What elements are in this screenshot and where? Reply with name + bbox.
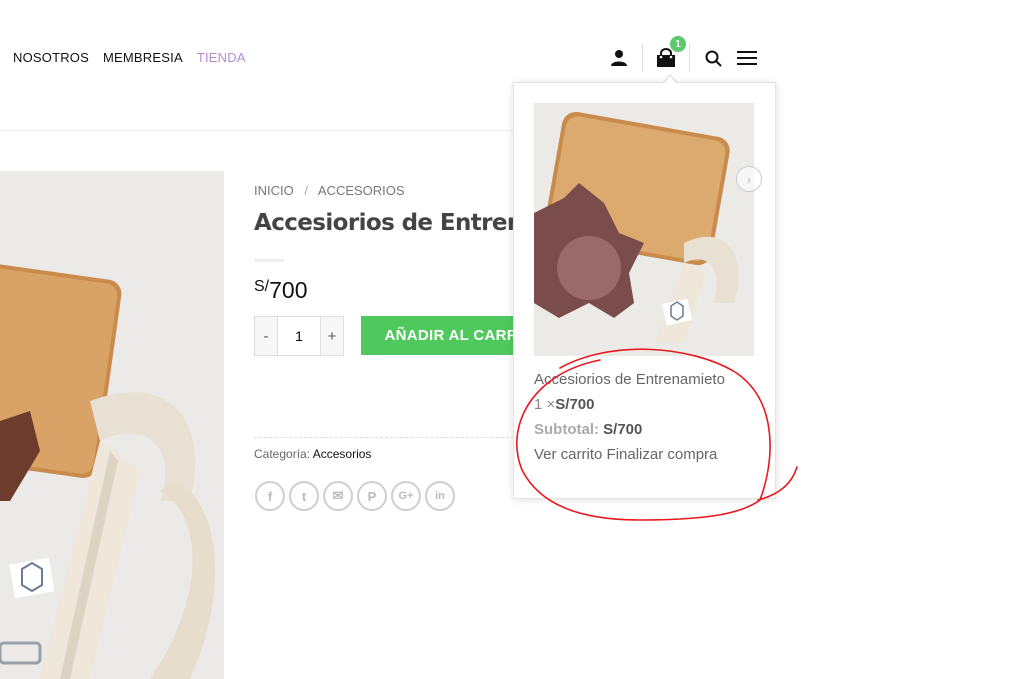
quantity-input[interactable]	[277, 317, 321, 355]
header-divider	[642, 44, 643, 72]
chevron-right-icon: ›	[746, 171, 752, 187]
category-label: Categoría:	[254, 447, 311, 461]
nav-item-nosotros[interactable]: NOSOTROS	[13, 50, 89, 65]
account-button[interactable]	[606, 44, 632, 72]
product-photo	[0, 171, 224, 679]
product-category: Categoría: Accesorios	[254, 447, 371, 461]
checkout-link[interactable]: Finalizar compra	[607, 446, 718, 463]
quantity-decrease-button[interactable]: -	[255, 317, 277, 355]
search-button[interactable]	[700, 44, 726, 72]
breadcrumb-category[interactable]: ACCESORIOS	[318, 183, 405, 198]
meta-divider	[254, 437, 514, 438]
mini-cart-subtotal: Subtotal: S/700	[534, 421, 642, 438]
share-pinterest-button[interactable]: P	[357, 481, 387, 511]
quantity-increase-button[interactable]: +	[321, 317, 343, 355]
breadcrumb: INICIO / ACCESORIOS	[254, 183, 405, 198]
mini-cart-item-quantity: 1 ×S/700	[534, 396, 594, 413]
mini-cart-actions: Ver carrito Finalizar compra	[534, 446, 717, 463]
share-googleplus-button[interactable]: G+	[391, 481, 421, 511]
view-cart-link[interactable]: Ver carrito	[534, 446, 602, 463]
nav-item-membresia[interactable]: MEMBRESIA	[103, 50, 183, 65]
mini-cart-product-photo	[534, 103, 754, 356]
dropdown-arrow-inner	[663, 76, 677, 84]
google-plus-icon: G+	[398, 490, 414, 502]
share-email-button[interactable]: ✉	[323, 481, 353, 511]
pinterest-icon: P	[367, 488, 377, 504]
twitter-icon: t	[301, 488, 307, 504]
facebook-icon: f	[267, 488, 273, 504]
mini-cart-qty-label: 1 ×	[534, 396, 556, 413]
share-facebook-button[interactable]: f	[255, 481, 285, 511]
quantity-stepper: - +	[254, 316, 344, 356]
mini-cart-item-price: S/700	[555, 396, 595, 413]
shopping-bag-icon	[657, 48, 675, 67]
gallery-next-button[interactable]: ›	[736, 166, 762, 192]
main-nav: NOSOTROS MEMBRESIA TIENDA	[13, 50, 246, 65]
share-buttons: f t ✉ P G+ in	[255, 481, 455, 511]
cart-count-badge: 1	[670, 36, 686, 52]
price-currency: S/	[254, 278, 270, 295]
menu-icon	[737, 51, 757, 65]
mini-cart-product-image[interactable]	[534, 103, 754, 356]
user-icon	[611, 50, 627, 66]
product-price: S/700	[254, 277, 308, 304]
email-icon: ✉	[332, 488, 344, 503]
nav-item-tienda[interactable]: TIENDA	[197, 50, 246, 65]
price-amount: 700	[269, 277, 308, 303]
menu-button[interactable]	[734, 44, 760, 72]
header-divider	[689, 44, 690, 72]
category-link[interactable]: Accesorios	[313, 447, 372, 461]
breadcrumb-separator: /	[304, 183, 308, 198]
mini-cart-dropdown: Accesiorios de Entrenamieto 1 ×S/700 Sub…	[513, 82, 776, 499]
share-twitter-button[interactable]: t	[289, 481, 319, 511]
product-image[interactable]	[0, 171, 224, 679]
share-linkedin-button[interactable]: in	[425, 481, 455, 511]
search-icon	[705, 50, 722, 67]
breadcrumb-home[interactable]: INICIO	[254, 183, 294, 198]
header-icons: 1	[606, 36, 760, 72]
subtotal-value: S/700	[603, 421, 643, 438]
title-divider	[254, 259, 284, 262]
mini-cart-item-name[interactable]: Accesiorios de Entrenamieto	[534, 371, 725, 388]
linkedin-icon: in	[435, 490, 445, 502]
subtotal-label: Subtotal:	[534, 421, 599, 438]
cart-button[interactable]: 1	[653, 36, 686, 72]
